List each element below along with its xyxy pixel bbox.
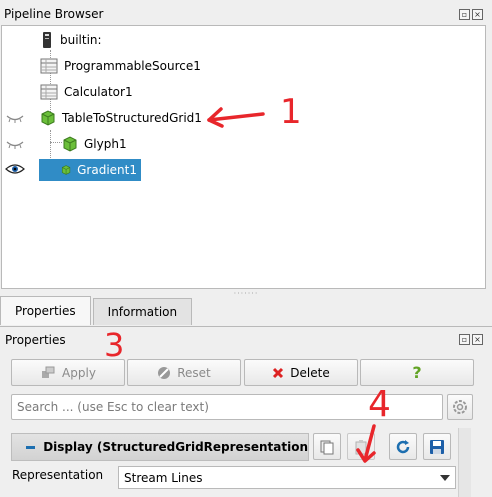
pipeline-item-label: Glyph1 [84, 137, 127, 151]
representation-label: Representation [12, 468, 104, 482]
search-placeholder: Search ... (use Esc to clear text) [17, 400, 209, 414]
float-icon[interactable]: ▫ [459, 9, 470, 20]
pipeline-item-label: Gradient1 [77, 163, 137, 177]
properties-scrollbar[interactable] [458, 428, 471, 497]
pipeline-browser-title: Pipeline Browser [4, 7, 104, 21]
gear-icon [453, 400, 467, 414]
display-section-title: Display (StructuredGridRepresentation [43, 440, 308, 454]
properties-search-input[interactable]: Search ... (use Esc to clear text) [11, 394, 443, 420]
tree-connector [50, 142, 62, 143]
display-section-header[interactable]: Display (StructuredGridRepresentation [11, 433, 309, 461]
apply-label: Apply [62, 365, 96, 380]
pipeline-dock-buttons: ▫ × [459, 9, 483, 20]
save-icon [430, 439, 444, 454]
properties-dock-buttons: ▫ × [459, 334, 483, 345]
pipeline-item-calculator1[interactable]: Calculator1 [40, 81, 133, 103]
table-icon [40, 84, 58, 100]
refresh-icon [396, 439, 410, 453]
float-icon[interactable]: ▫ [459, 334, 470, 345]
pipeline-item-tabletostructuredgrid1[interactable]: TableToStructuredGrid1 [40, 107, 202, 129]
reset-button[interactable]: Reset [127, 359, 241, 386]
refresh-button[interactable] [389, 433, 417, 460]
representation-select[interactable]: Stream Lines [118, 466, 456, 489]
tab-properties[interactable]: Properties [0, 296, 91, 325]
close-icon[interactable]: × [472, 9, 483, 20]
server-icon [43, 32, 51, 48]
apply-icon [42, 366, 55, 378]
pipeline-item-programmablesource1[interactable]: ProgrammableSource1 [40, 55, 201, 77]
tab-bar: Properties Information [0, 296, 194, 326]
pipeline-item-label: ProgrammableSource1 [64, 59, 201, 73]
pipeline-item-label: Calculator1 [64, 85, 133, 99]
eye-closed-icon[interactable] [6, 114, 24, 124]
eye-closed-icon[interactable] [6, 140, 24, 150]
delete-button[interactable]: Delete [244, 359, 358, 386]
pipeline-item-glyph1[interactable]: Glyph1 [62, 133, 127, 155]
representation-value: Stream Lines [124, 470, 203, 485]
reset-icon [158, 366, 171, 379]
pipeline-tree[interactable]: builtin: ProgrammableSource1 Calculator1… [1, 25, 486, 289]
reset-label: Reset [177, 365, 211, 380]
delete-label: Delete [290, 365, 330, 380]
table-icon [40, 58, 58, 74]
cube-icon [61, 165, 71, 175]
delete-x-icon [273, 367, 284, 378]
eye-icon[interactable] [5, 163, 25, 175]
copy-icon [320, 440, 334, 454]
copy-button[interactable] [313, 433, 341, 460]
cube-icon [63, 136, 77, 152]
paste-button[interactable] [347, 433, 375, 460]
collapse-icon [26, 445, 36, 449]
pipeline-item-label: builtin: [60, 33, 102, 47]
properties-title: Properties [5, 333, 66, 347]
tab-information[interactable]: Information [92, 298, 193, 325]
pipeline-item-gradient1[interactable]: Gradient1 [39, 159, 141, 181]
apply-button[interactable]: Apply [11, 359, 125, 386]
cube-icon [41, 110, 55, 126]
help-button[interactable]: ? [360, 359, 474, 386]
chevron-down-icon [440, 474, 450, 481]
advanced-settings-button[interactable] [447, 394, 473, 420]
save-button[interactable] [423, 433, 451, 460]
help-question-icon: ? [412, 363, 422, 382]
pipeline-item-builtin[interactable]: builtin: [40, 29, 102, 51]
close-icon[interactable]: × [472, 334, 483, 345]
pipeline-item-label: TableToStructuredGrid1 [62, 111, 202, 125]
paste-icon [355, 439, 367, 454]
tab-panel-border [0, 326, 492, 327]
